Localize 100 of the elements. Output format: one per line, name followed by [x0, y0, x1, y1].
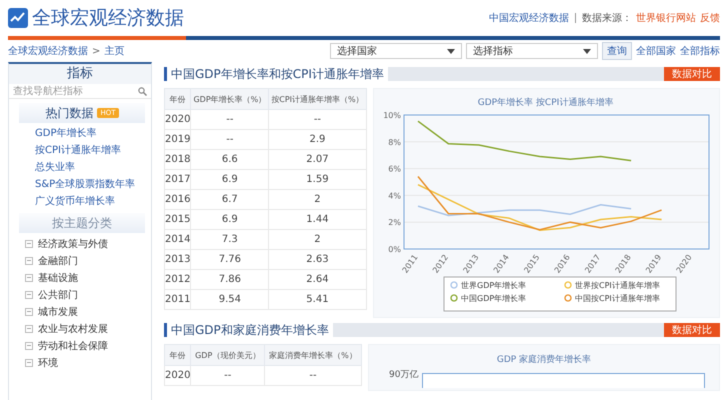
sidebar-link[interactable]: 金融部门 [38, 254, 78, 268]
column-header: 按CPI计通胀年增率（%） [268, 88, 366, 110]
sidebar-link[interactable]: 环境 [38, 356, 58, 370]
expander-icon[interactable] [25, 342, 33, 350]
table-cell: 5.41 [268, 290, 366, 310]
table-cell: 6.9 [190, 170, 269, 190]
table-cell: 1.59 [268, 170, 366, 190]
legend-marker [564, 281, 572, 289]
source-label: 数据来源： [582, 12, 632, 25]
table-cell: 6.9 [190, 210, 269, 230]
section-header-label: 热门数据 [45, 104, 94, 122]
table-cell: 2018 [164, 150, 191, 170]
expander-icon[interactable] [25, 324, 33, 332]
column-header: GDP年增长率（%） [190, 88, 269, 110]
table-cell: 2.07 [268, 150, 366, 170]
expander-icon[interactable] [25, 308, 33, 316]
legend-marker [564, 294, 572, 302]
table-cell: 2017 [164, 170, 191, 190]
expander-icon[interactable] [25, 274, 33, 282]
table-cell: 2012 [164, 270, 191, 290]
legend-marker [450, 281, 458, 289]
title-marker [164, 67, 167, 81]
legend-label: 世界按CPI计通胀年增率 [574, 281, 660, 290]
table-cell: 7.76 [190, 250, 269, 270]
section-header: 按主题分类 [19, 213, 145, 233]
table-cell: 1.44 [268, 210, 366, 230]
title-marker [164, 323, 167, 337]
table-cell: -- [190, 110, 269, 130]
site-link[interactable]: 中国宏观经济数据 [489, 11, 569, 25]
site-title: 全球宏观经济数据 [32, 6, 184, 31]
table-cell: 2 [268, 230, 366, 250]
legend-marker [450, 294, 458, 302]
table-cell: 2015 [164, 210, 191, 230]
table-cell: 2.63 [268, 250, 366, 270]
axis-tick-label: 2% [388, 218, 401, 228]
table-cell: 7.86 [190, 270, 269, 290]
axis-tick-label: 4% [388, 191, 401, 200]
breadcrumb-link[interactable]: 主页 [104, 44, 124, 58]
sidebar-link[interactable]: 总失业率 [9, 159, 151, 176]
chart-logo-icon [8, 8, 28, 28]
dropdown[interactable]: 选择国家 [330, 43, 462, 59]
column-header: 年份 [164, 344, 191, 366]
sidebar-link[interactable]: 广义货币年增长率 [9, 193, 151, 210]
section-title: 中国GDP年增长率和按CPI计通胀年增率 [171, 66, 384, 82]
source-link[interactable]: 世界银行网站 [636, 11, 696, 25]
sidebar-link[interactable]: 公共部门 [38, 288, 78, 302]
expander-icon[interactable] [25, 358, 33, 366]
search-icon[interactable] [138, 86, 147, 96]
legend-label: 中国GDP年增长率 [460, 294, 526, 303]
section-title: 中国GDP和家庭消费年增长率 [171, 322, 329, 338]
legend-label: 世界GDP年增长率 [460, 281, 526, 290]
compare-button[interactable]: 数据对比 [664, 323, 720, 337]
expander-icon[interactable] [25, 256, 33, 264]
sidebar-title: 指标 [9, 64, 151, 84]
expander-icon[interactable] [25, 290, 33, 298]
search-field[interactable]: 查找导航栏指标 [13, 84, 123, 98]
sidebar-link[interactable]: GDP年增长率 [9, 125, 151, 142]
axis-tick-label: 8% [388, 138, 401, 147]
table-cell: 2 [268, 190, 366, 210]
table-cell: 7.3 [190, 230, 269, 250]
table-cell: 2019 [164, 130, 191, 150]
table-cell: 2.64 [268, 270, 366, 290]
filter-link[interactable]: 全部指标 [680, 44, 720, 58]
sidebar-link[interactable]: 劳动和社会保障 [38, 338, 108, 352]
feedback-link[interactable]: 反馈 [700, 11, 720, 25]
caret-icon [447, 48, 455, 54]
axis-tick-label: 6% [388, 164, 401, 174]
table-cell: 6.7 [190, 190, 269, 210]
axis-tick-label: 10% [382, 111, 401, 120]
axis-tick-label: 0% [388, 245, 401, 254]
breadcrumb-link[interactable]: 全球宏观经济数据 [8, 44, 88, 58]
table-cell: 2020 [164, 110, 191, 130]
legend-label: 中国按CPI计通胀年增率 [574, 294, 660, 303]
expander-icon[interactable] [25, 240, 33, 248]
compare-button[interactable]: 数据对比 [664, 67, 720, 81]
table-cell: -- [264, 366, 362, 386]
sidebar-link[interactable]: 城市发展 [38, 304, 78, 318]
sidebar-link[interactable]: 基础设施 [38, 270, 78, 284]
sidebar-link[interactable]: 经济政策与外债 [38, 236, 108, 250]
caret-icon [583, 48, 591, 54]
axis-label: 90万亿 [389, 369, 418, 381]
table-cell: 2013 [164, 250, 191, 270]
table-cell: 9.54 [190, 290, 269, 310]
sidebar-link[interactable]: 按CPI计通胀年增率 [9, 142, 151, 159]
breadcrumb-separator: > [92, 46, 100, 56]
table-cell: -- [190, 366, 264, 386]
table-cell: 2.9 [268, 130, 366, 150]
column-header: 年份 [164, 88, 191, 110]
chart-title: GDP 家庭消费年增长率 [496, 354, 592, 366]
table-cell: 2014 [164, 230, 191, 250]
chart-title: GDP年增长率 按CPI计通胀年增率 [477, 98, 613, 108]
table-cell: 2016 [164, 190, 191, 210]
filter-link[interactable]: 全部国家 [636, 44, 676, 58]
sidebar-link[interactable]: S&P全球股票指数年率 [9, 176, 151, 193]
sidebar-link[interactable]: 农业与农村发展 [38, 322, 108, 336]
dropdown[interactable]: 选择指标 [466, 43, 598, 59]
column-header: 家庭消费年增长率（%） [264, 344, 362, 366]
table-cell: 2011 [164, 290, 191, 310]
table-cell: 2020 [164, 366, 191, 386]
query-button[interactable]: 查询 [602, 42, 632, 60]
